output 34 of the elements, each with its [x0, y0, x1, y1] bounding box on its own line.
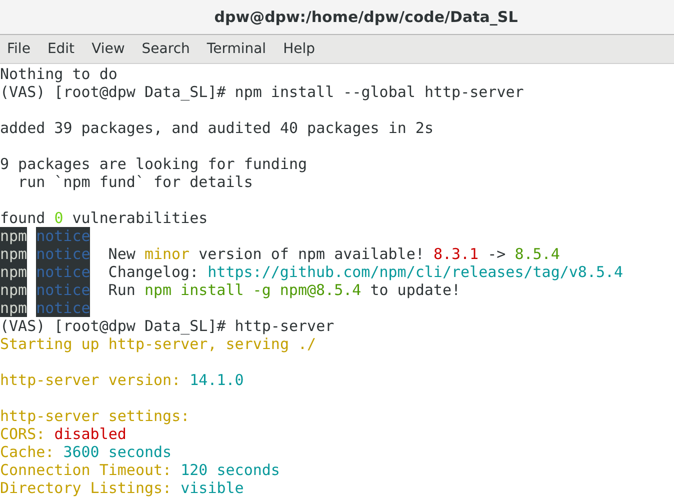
- terminal-line: CORS: disabled: [0, 425, 126, 443]
- terminal-line: (VAS) [root@dpw Data_SL]# http-server: [0, 317, 334, 335]
- log-level-tag: npm: [0, 263, 28, 281]
- menu-item[interactable]: Search: [142, 38, 190, 60]
- log-level-tag: npm: [0, 227, 28, 245]
- log-level-tag: notice: [36, 227, 90, 245]
- log-level-tag: npm: [0, 299, 28, 317]
- menu-item[interactable]: View: [92, 38, 125, 60]
- terminal-line: Cache: 3600 seconds: [0, 443, 172, 461]
- terminal-line: found 0 vulnerabilities: [0, 209, 208, 227]
- terminal-line: Nothing to do: [0, 65, 118, 83]
- log-level-tag: notice: [36, 263, 90, 281]
- terminal-line: http-server version: 14.1.0: [0, 371, 244, 389]
- terminal-line: run `npm fund` for details: [17, 173, 253, 191]
- terminal-line: Changelog: https://github.com/npm/cli/releases/tag/v8.5.4: [107, 263, 624, 281]
- menu-item[interactable]: Terminal: [206, 38, 266, 60]
- log-level-tag: notice: [36, 245, 90, 263]
- terminal-line: Run npm install -g npm@8.5.4 to update!: [107, 281, 461, 299]
- terminal-line: added 39 packages, and audited 40 packages in 2s: [0, 119, 434, 137]
- log-level-tag: npm: [0, 281, 28, 299]
- menu-item[interactable]: File: [7, 38, 30, 60]
- terminal-line: 9 packages are looking for funding: [0, 155, 308, 173]
- terminal-line: (VAS) [root@dpw Data_SL]# npm install --global http-server: [0, 83, 524, 101]
- log-level-tag: notice: [36, 299, 90, 317]
- terminal-line: Connection Timeout: 120 seconds: [0, 461, 280, 479]
- terminal-line: Starting up http-server, serving ./: [0, 335, 316, 353]
- window-title: dpw@dpw:/home/dpw/code/Data_SL: [214, 6, 518, 28]
- log-level-tag: notice: [36, 281, 90, 299]
- terminal-line: Directory Listings: visible: [0, 479, 244, 497]
- log-level-tag: npm: [0, 245, 28, 263]
- terminal-line: http-server settings:: [0, 407, 190, 425]
- menu-item[interactable]: Help: [283, 38, 315, 60]
- terminal-line: New minor version of npm available! 8.3.1 -> 8.5.4: [107, 245, 560, 263]
- menu-item[interactable]: Edit: [47, 38, 75, 60]
